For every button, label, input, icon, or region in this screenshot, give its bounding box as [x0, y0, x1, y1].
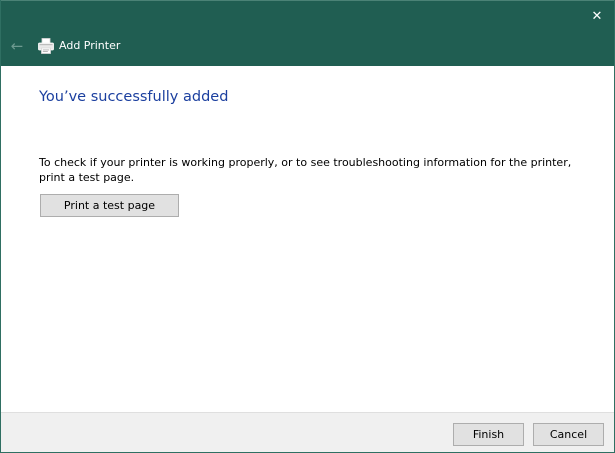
- close-button[interactable]: ✕: [581, 4, 613, 30]
- back-button[interactable]: ←: [7, 36, 27, 56]
- test-page-description: To check if your printer is working prop…: [39, 156, 572, 184]
- print-test-page-button[interactable]: Print a test page: [40, 194, 179, 217]
- cancel-button[interactable]: Cancel: [533, 423, 604, 446]
- add-printer-dialog: ✕ ← Add Printer You’ve successfully adde…: [0, 0, 615, 453]
- title-bar-edge: [1, 0, 614, 1]
- printer-icon: [37, 37, 55, 55]
- back-arrow-icon: ←: [10, 37, 24, 55]
- finish-button[interactable]: Finish: [453, 423, 524, 446]
- window-title: Add Printer: [59, 39, 121, 52]
- title-bar: ✕ ← Add Printer: [1, 0, 614, 66]
- dialog-footer: Finish Cancel: [1, 412, 614, 452]
- close-icon: ✕: [591, 9, 603, 24]
- page-heading: You’ve successfully added: [39, 89, 229, 105]
